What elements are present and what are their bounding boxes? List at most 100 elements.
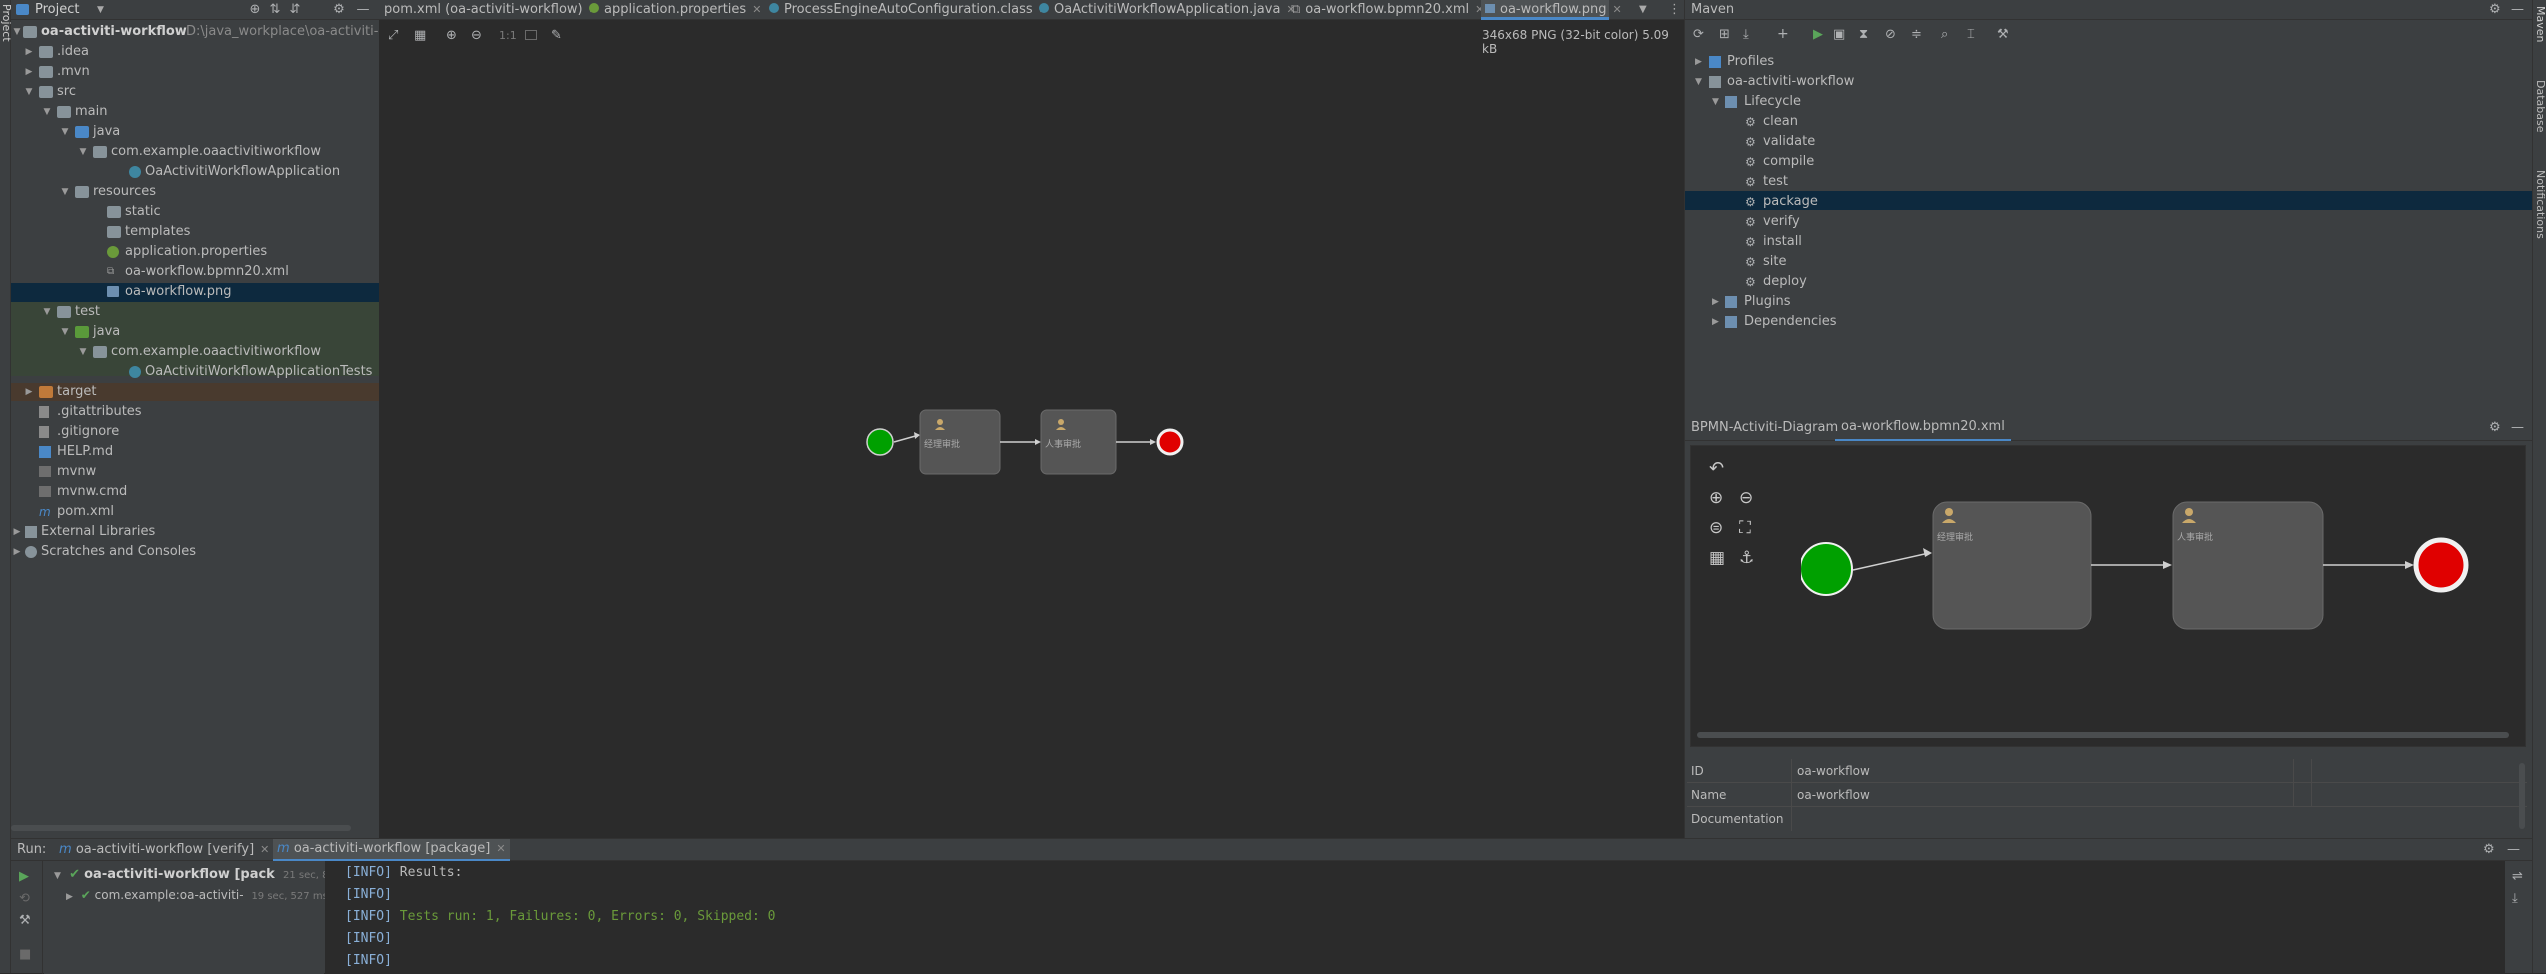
maven-phase-compile[interactable]: ⚙ compile (1685, 152, 2533, 172)
tree-item-mvnw-cmd[interactable]: mvnw.cmd (11, 482, 379, 502)
tree-item-resources[interactable]: ▼ resources (11, 182, 379, 202)
fit-zoom-icon[interactable]: ⤢ (388, 28, 398, 43)
tree-item-test-package[interactable]: ▼ com.example.oaactivitiworkflow (11, 342, 379, 362)
maven-phase-test[interactable]: ⚙ test (1685, 172, 2533, 192)
minimize-icon[interactable]: — (2511, 2, 2524, 17)
tree-item-mvn[interactable]: ▶ .mvn (11, 62, 379, 82)
chevron-down-icon[interactable]: ▼ (97, 0, 104, 20)
maven-plugins[interactable]: ▶ Plugins (1685, 292, 2533, 312)
tree-item-external-libraries[interactable]: ▶ External Libraries (11, 522, 379, 542)
tree-item-templates[interactable]: templates (11, 222, 379, 242)
show-dependencies-icon[interactable]: ⌶ (1967, 27, 1975, 42)
tab-bpmn-diagram[interactable]: BPMN-Activiti-Diagram (1691, 415, 1838, 441)
maven-phase-site[interactable]: ⚙ site (1685, 252, 2533, 272)
analyze-icon[interactable]: ⌕ (1941, 27, 1948, 42)
maven-phase-validate[interactable]: ⚙ validate (1685, 132, 2533, 152)
run-icon[interactable]: ▶ (1813, 27, 1823, 42)
undo-icon[interactable]: ↶ (1709, 458, 1724, 479)
stop-square-icon[interactable]: ■ (19, 947, 31, 962)
maven-phase-deploy[interactable]: ⚙ deploy (1685, 272, 2533, 292)
tree-item-main[interactable]: ▼ main (11, 102, 379, 122)
horizontal-scrollbar[interactable] (11, 825, 351, 831)
gear-icon[interactable]: ⚙ (331, 2, 347, 18)
run-tree-child[interactable]: ▶ ✔ com.example:oa-activiti- 19 sec, 527… (44, 885, 328, 905)
property-row-documentation[interactable]: Documentation (1687, 807, 2527, 831)
stop-icon[interactable]: ⟲ (19, 891, 30, 906)
actual-size-label[interactable]: 1:1 (499, 29, 517, 42)
gear-icon[interactable]: ⚙ (2489, 420, 2501, 435)
maven-lifecycle[interactable]: ▼ Lifecycle (1685, 92, 2533, 112)
toggle-icon[interactable]: ▣ (1833, 27, 1845, 42)
collapse-icon[interactable]: ≑ (1911, 27, 1922, 42)
canvas-horizontal-scrollbar[interactable] (1697, 732, 2509, 738)
minimize-icon[interactable]: — (355, 2, 371, 18)
minimize-icon[interactable]: — (2511, 420, 2524, 435)
tree-item-tests-class[interactable]: OaActivitiWorkflowApplicationTests (11, 362, 379, 382)
properties-scrollbar[interactable] (2519, 763, 2525, 829)
zoom-out-icon[interactable]: ⊖ (1739, 488, 1753, 508)
close-icon[interactable]: ✕ (260, 843, 269, 856)
grid-toggle-icon[interactable]: ▦ (1709, 548, 1725, 568)
close-icon[interactable]: ✕ (752, 3, 761, 16)
tree-item-test[interactable]: ▼ test (11, 302, 379, 322)
tree-item-target[interactable]: ▶ target (11, 382, 379, 402)
tree-item-gitignore[interactable]: .gitignore (11, 422, 379, 442)
property-row-name[interactable]: Name oa-workflow (1687, 783, 2527, 807)
add-project-icon[interactable]: ⊞ (1719, 27, 1730, 42)
tree-item-scratches[interactable]: ▶ Scratches and Consoles (11, 542, 379, 562)
minimize-icon[interactable]: — (2507, 842, 2520, 857)
anchor-icon[interactable]: ⚓ (1739, 548, 1754, 568)
tree-item-gitattributes[interactable]: .gitattributes (11, 402, 379, 422)
tab-bpmn-xml-file[interactable]: oa-workflow.bpmn20.xml (1835, 415, 2011, 441)
tree-item-test-java[interactable]: ▼ java (11, 322, 379, 342)
close-icon[interactable]: ✕ (496, 842, 505, 855)
tab-workflow-png[interactable]: oa-workflow.png ✕ (1481, 0, 1622, 20)
tree-item-pom-xml[interactable]: m pom.xml (11, 502, 379, 522)
tree-item-java[interactable]: ▼ java (11, 122, 379, 142)
download-icon[interactable]: ⤓ (1743, 27, 1749, 42)
property-row-id[interactable]: ID oa-workflow (1687, 759, 2527, 783)
zoom-in-icon[interactable]: ⊕ (1709, 488, 1723, 508)
color-picker-icon[interactable]: ✎ (551, 28, 562, 43)
maven-phase-clean[interactable]: ⚙ clean (1685, 112, 2533, 132)
maven-phase-verify[interactable]: ⚙ verify (1685, 212, 2533, 232)
background-icon[interactable] (525, 30, 537, 40)
maven-dependencies[interactable]: ▶ Dependencies (1685, 312, 2533, 332)
maven-project[interactable]: ▼ oa-activiti-workflow (1685, 72, 2533, 92)
notifications-tool-tab[interactable]: Notifications (2534, 170, 2546, 239)
database-tool-tab[interactable]: Database (2534, 80, 2546, 133)
tree-item-app-class[interactable]: OaActivitiWorkflowApplication (11, 162, 379, 182)
rerun-icon[interactable]: ▶ (19, 869, 29, 884)
fit-screen-icon[interactable]: ⛶ (1739, 518, 1751, 538)
project-panel-title[interactable]: Project (35, 0, 79, 20)
tree-item-idea[interactable]: ▶ .idea (11, 42, 379, 62)
wrench-icon[interactable]: ⚒ (1997, 27, 2009, 42)
tab-application-java[interactable]: OaActivitiWorkflowApplication.java ✕ (1039, 0, 1296, 20)
zoom-reset-icon[interactable]: ⊜ (1709, 518, 1723, 538)
close-icon[interactable]: ✕ (1613, 3, 1622, 16)
reload-icon[interactable]: ⟳ (1693, 27, 1704, 42)
wrench-icon[interactable]: ⚒ (19, 913, 31, 928)
expand-all-icon[interactable]: ⇅ (267, 2, 283, 18)
maven-tool-tab[interactable]: Maven (2534, 6, 2546, 42)
crosshair-icon[interactable]: ⊕ (247, 2, 263, 18)
offline-icon[interactable]: ⧗ (1859, 27, 1868, 42)
tree-item-workflow-png[interactable]: oa-workflow.png (11, 282, 379, 302)
tab-pom-xml[interactable]: pom.xml (oa-activiti-workflow)✕ (384, 0, 598, 20)
maven-phase-install[interactable]: ⚙ install (1685, 232, 2533, 252)
gear-icon[interactable]: ⚙ (2489, 2, 2501, 17)
tab-application-properties[interactable]: application.properties ✕ (589, 0, 761, 20)
tab-process-engine-config[interactable]: ProcessEngineAutoConfiguration.class✕ (769, 0, 1048, 20)
gear-icon[interactable]: ⚙ (2483, 842, 2495, 857)
maven-phase-package[interactable]: ⚙ package (1685, 192, 2533, 212)
collapse-all-icon[interactable]: ⇵ (287, 2, 303, 18)
tree-item-src[interactable]: ▼ src (11, 82, 379, 102)
run-tab-package[interactable]: m oa-activiti-workflow [package] ✕ (273, 839, 510, 861)
tree-item-application-properties[interactable]: application.properties (11, 242, 379, 262)
tab-list-chevron-icon[interactable]: ▼ (1639, 0, 1647, 20)
tree-item-static[interactable]: static (11, 202, 379, 222)
tree-item-root[interactable]: ▼ oa-activiti-workflow D:\java_workplace… (11, 22, 415, 42)
more-options-icon[interactable]: ⋮ (1668, 0, 1681, 20)
console-output[interactable]: [INFO] Results: [INFO] [INFO] Tests run:… (325, 861, 2505, 974)
bpmn-canvas[interactable]: ↶ ⊕ ⊖ ⊜ ⛶ ▦ ⚓ 经理审批 人事审批 (1690, 445, 2526, 747)
